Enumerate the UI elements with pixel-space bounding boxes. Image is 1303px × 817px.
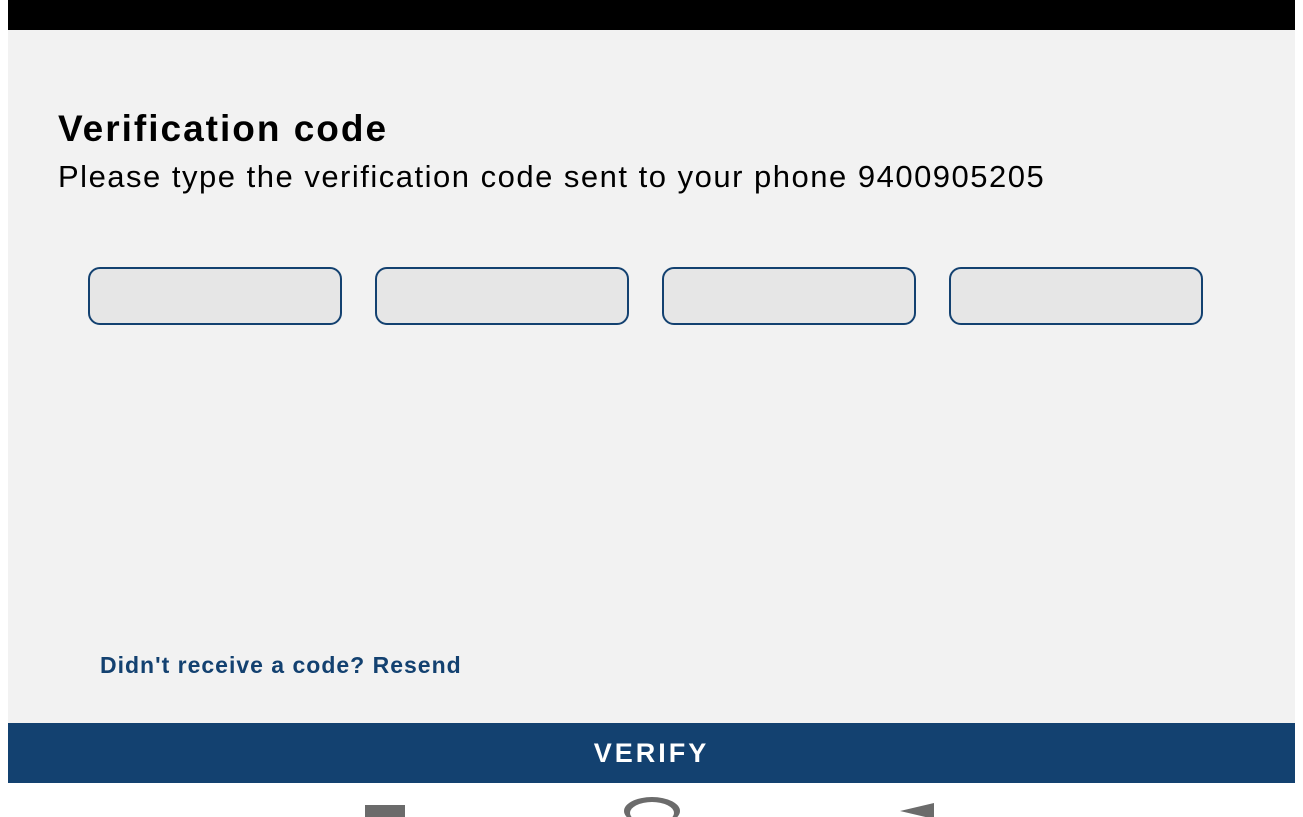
code-digit-3-input[interactable] [662,267,916,325]
recents-square-icon[interactable] [365,805,405,817]
resend-code-link[interactable]: Didn't receive a code? Resend [100,652,462,679]
code-digit-1-input[interactable] [88,267,342,325]
verify-button[interactable]: VERIFY [8,723,1295,783]
code-digit-2-input[interactable] [375,267,629,325]
home-circle-icon[interactable] [624,797,680,817]
instruction-text: Please type the verification code sent t… [58,159,1046,194]
back-triangle-icon[interactable] [900,803,934,817]
page-title: Verification code [58,108,389,149]
code-digit-4-input[interactable] [949,267,1203,325]
code-input-group [88,267,1208,325]
status-bar [8,0,1295,30]
system-nav-bar [8,783,1295,817]
